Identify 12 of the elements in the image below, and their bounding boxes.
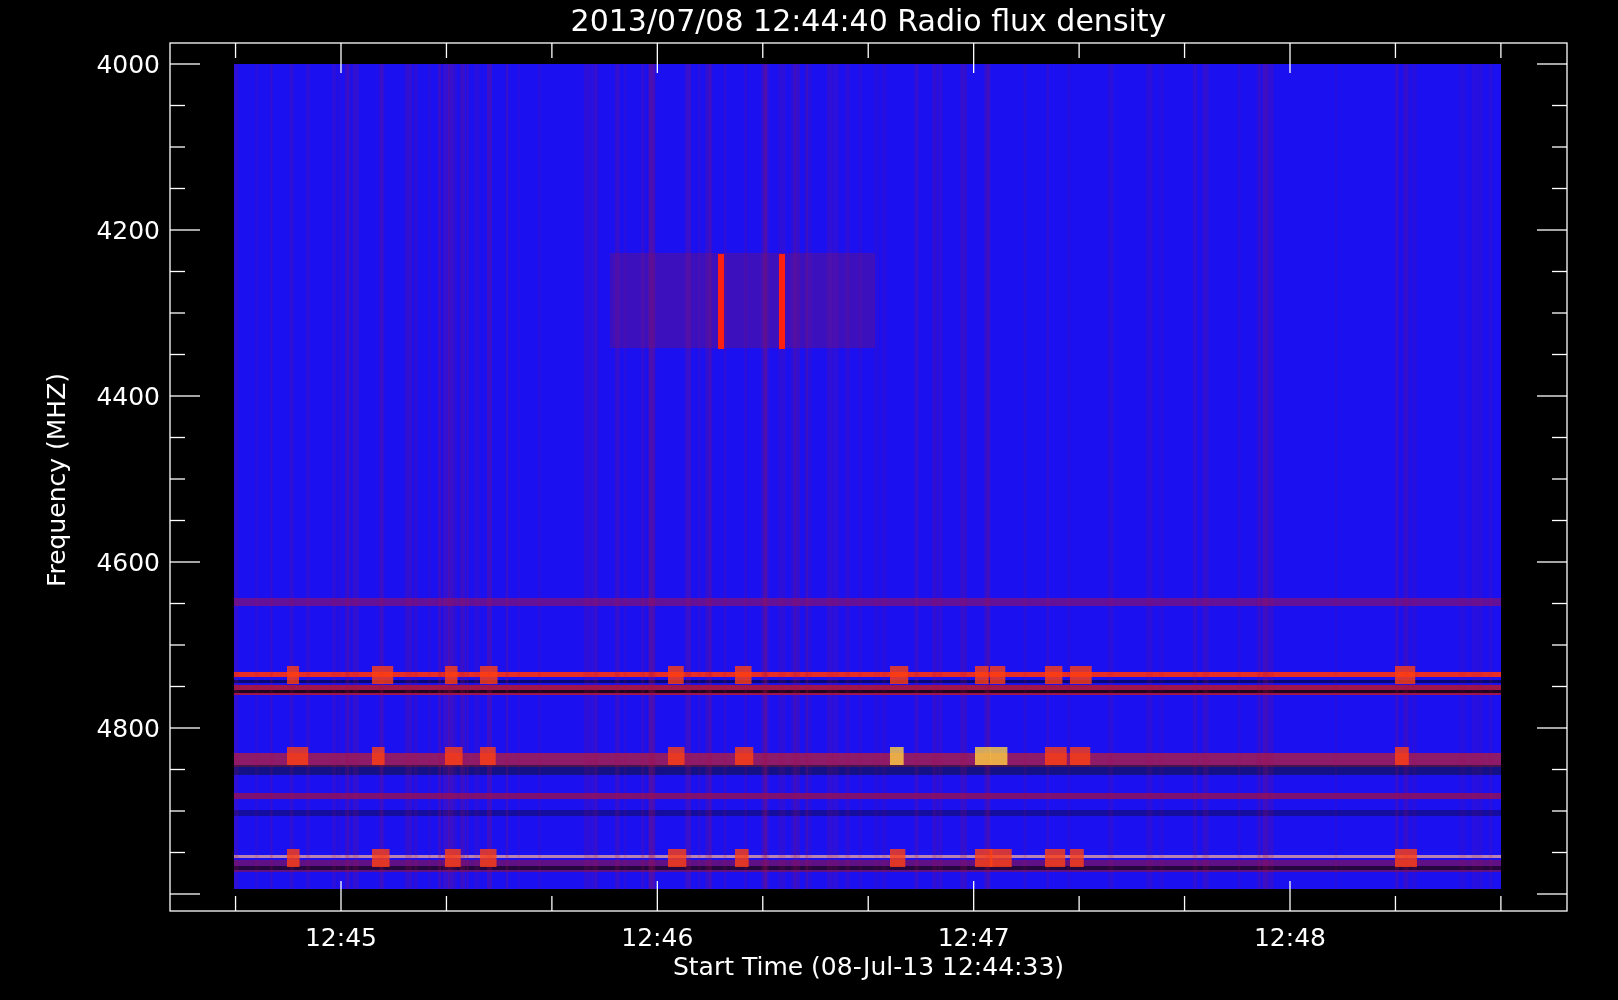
axis-tick-label: 4800 (96, 714, 160, 743)
chart-title: 2013/07/08 12:44:40 Radio flux density (570, 3, 1167, 38)
axis-tick-label: 12:45 (305, 923, 377, 952)
axis-tick-label: 12:47 (937, 923, 1010, 952)
axis-title: Start Time (08-Jul-13 12:44:33) (672, 952, 1065, 981)
axis-title: Frequency (MHZ) (42, 372, 71, 588)
axis-tick-label: 12:48 (1254, 923, 1326, 952)
axis-tick-label: 12:46 (621, 923, 694, 952)
axis-tick-label: 4400 (96, 382, 160, 411)
axis-tick-label: 4600 (96, 548, 160, 577)
axis-tick-label: 4200 (96, 216, 160, 245)
axis-tick-label: 4000 (96, 50, 160, 79)
